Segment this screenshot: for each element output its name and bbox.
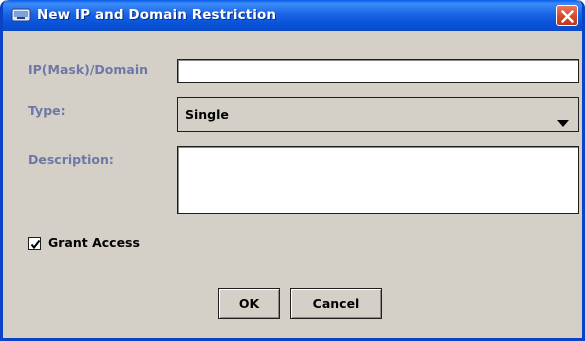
- grant-access-label[interactable]: Grant Access: [48, 235, 140, 250]
- dialog-window: New IP and Domain Restriction IP(Mask)/D…: [0, 0, 585, 341]
- description-label: Description:: [28, 152, 114, 167]
- grant-access-checkbox[interactable]: [28, 237, 41, 250]
- type-select-value: Single: [185, 107, 229, 122]
- cancel-button[interactable]: Cancel: [290, 288, 382, 319]
- chevron-down-icon: [557, 112, 569, 131]
- close-button[interactable]: [556, 5, 578, 26]
- description-textarea[interactable]: [177, 146, 579, 214]
- ip-domain-input[interactable]: [177, 59, 579, 83]
- type-select[interactable]: Single: [177, 97, 579, 132]
- checkmark-icon: [30, 239, 41, 250]
- app-window-icon: [11, 7, 31, 23]
- close-icon: [561, 10, 574, 23]
- title-bar[interactable]: New IP and Domain Restriction: [3, 0, 582, 31]
- ok-button[interactable]: OK: [218, 288, 280, 319]
- type-label: Type:: [28, 103, 66, 118]
- ip-domain-label: IP(Mask)/Domain: [28, 62, 149, 77]
- window-title: New IP and Domain Restriction: [37, 7, 277, 23]
